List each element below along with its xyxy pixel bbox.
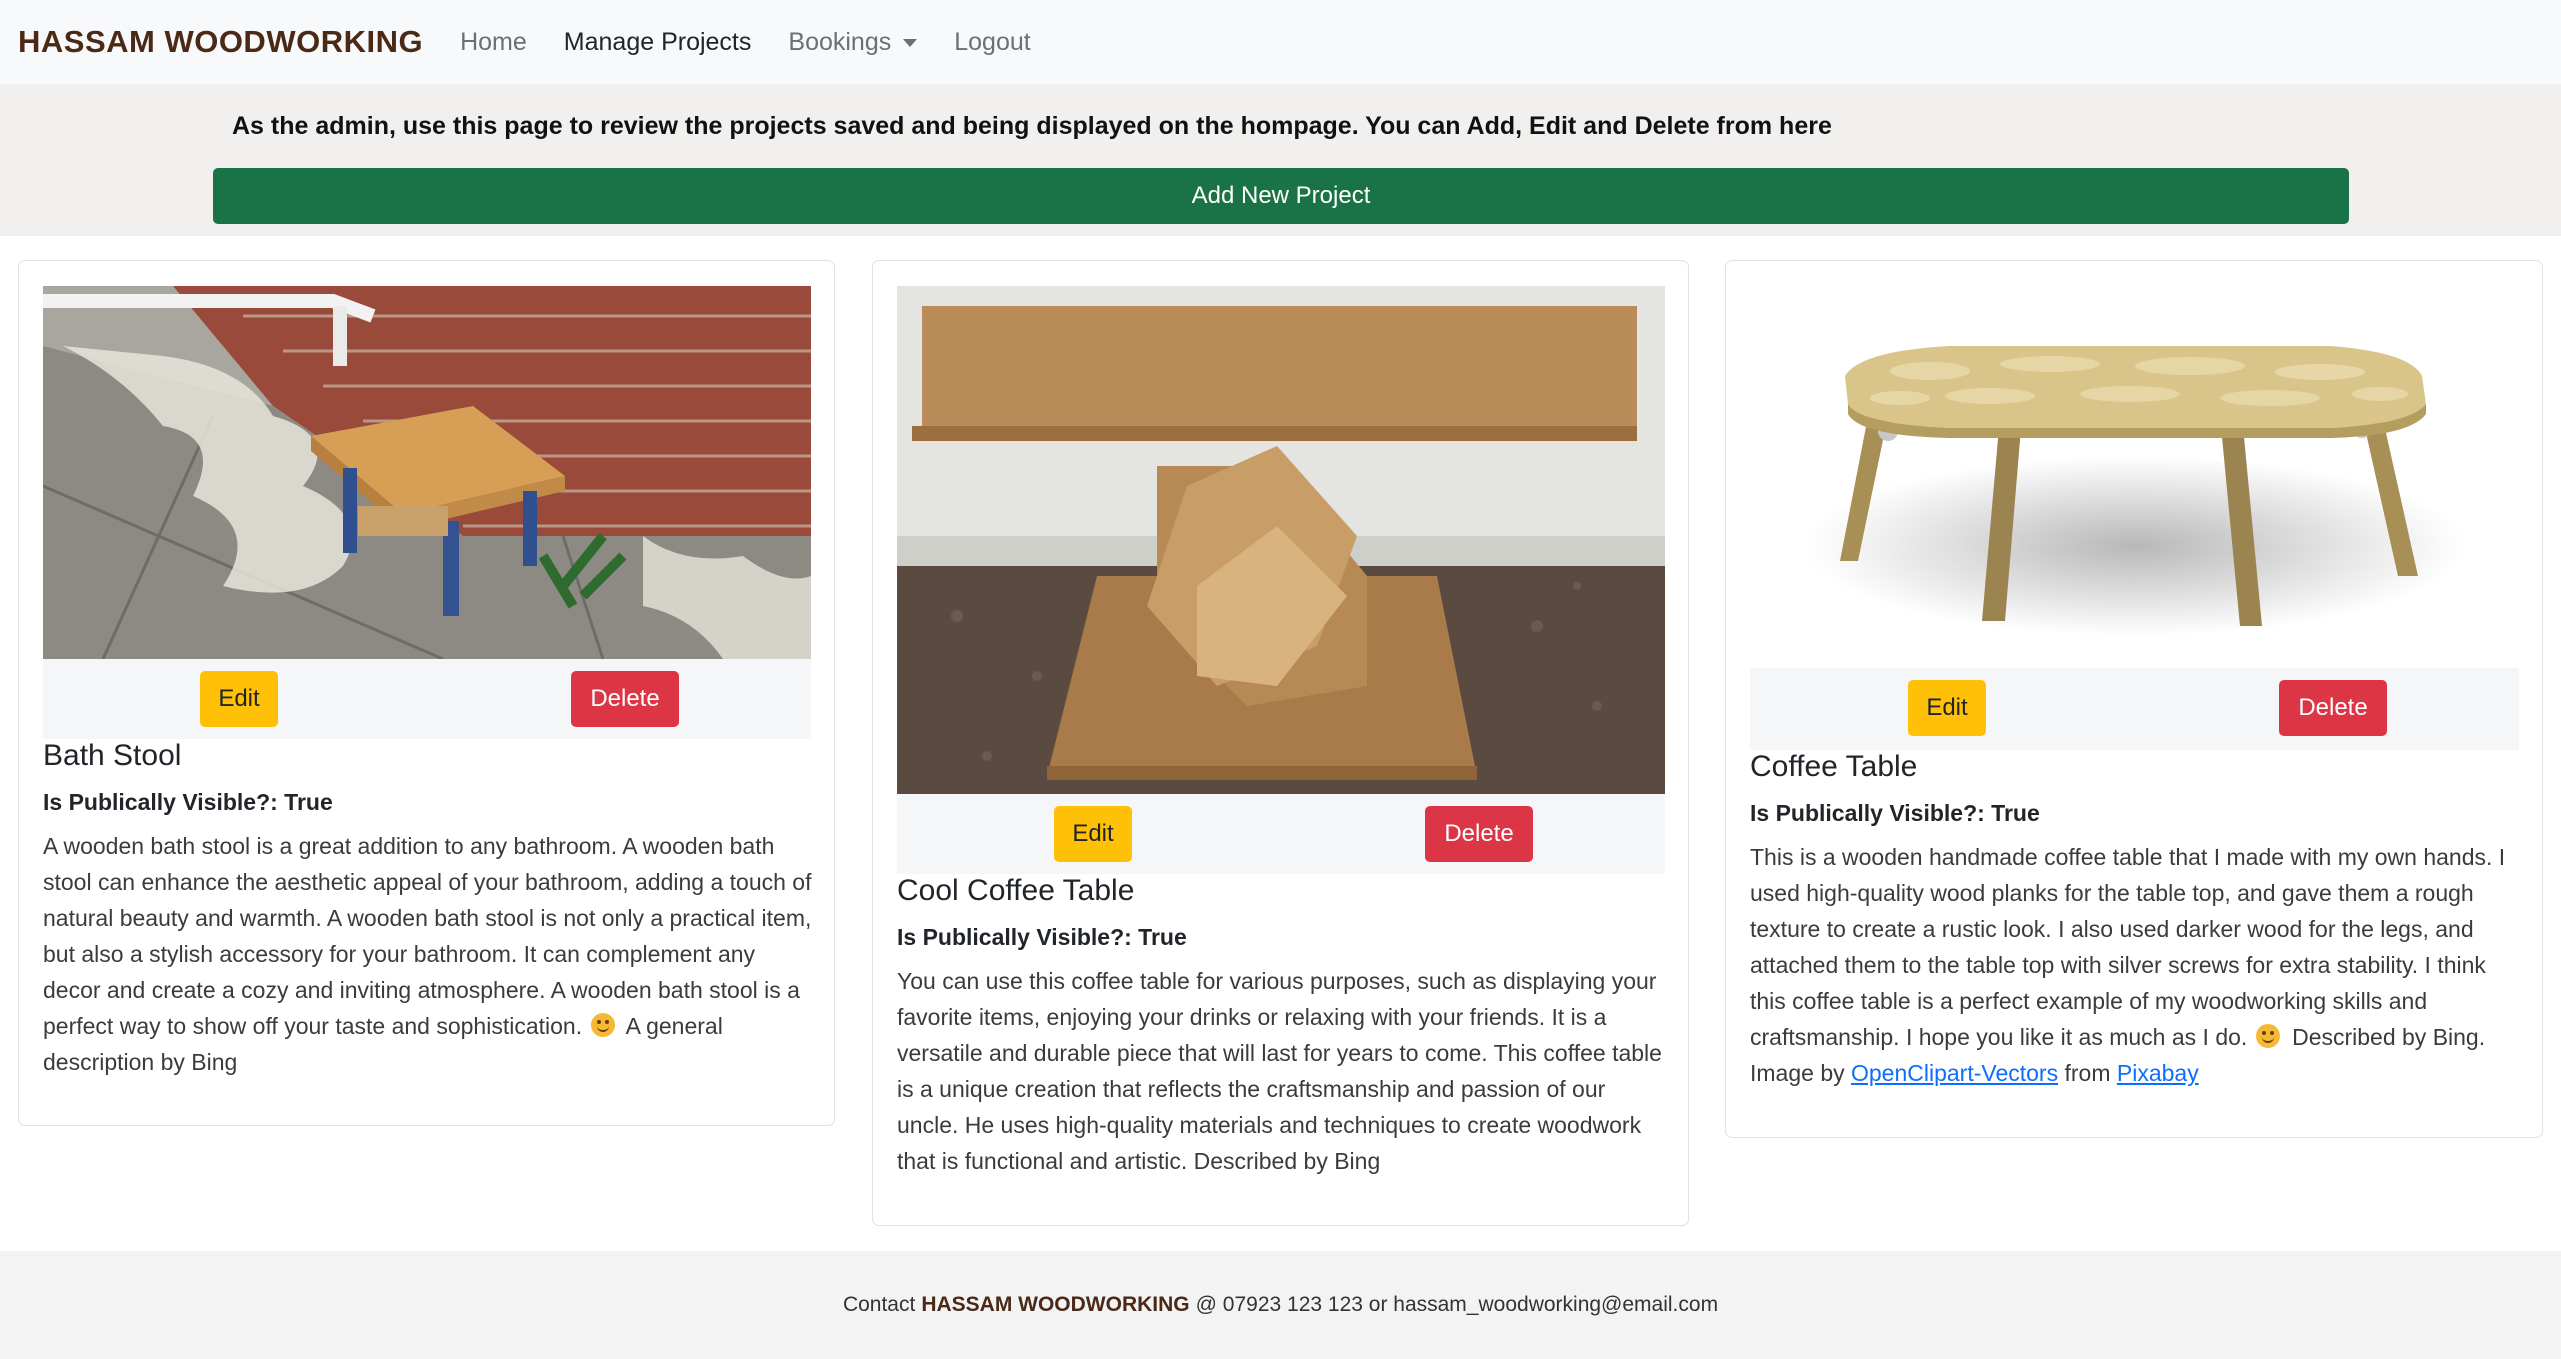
pixabay-link[interactable]: Pixabay (2117, 1060, 2199, 1086)
admin-instructions: As the admin, use this page to review th… (232, 112, 1832, 140)
description-text: A wooden bath stool is a great addition … (43, 833, 812, 1039)
description-text: This is a wooden handmade coffee table t… (1750, 844, 2506, 1050)
nav-logout[interactable]: Logout (954, 28, 1030, 57)
project-actions: Edit Delete (1750, 668, 2519, 750)
project-image-cool-coffee-table (897, 286, 1665, 794)
edit-button[interactable]: Edit (1908, 680, 1986, 736)
navbar: HASSAM WOODWORKING Home Manage Projects … (0, 0, 2561, 84)
project-actions: Edit Delete (43, 659, 811, 739)
project-visibility: Is Publically Visible?: True (897, 924, 1187, 950)
footer-prefix: Contact (842, 1293, 916, 1316)
openclipart-link[interactable]: OpenClipart-Vectors (1851, 1060, 2058, 1086)
project-card-coffee-table: Edit Delete Coffee Table Is Publically V… (1725, 260, 2543, 1138)
project-description: You can use this coffee table for variou… (897, 968, 1662, 1174)
nav-manage-projects[interactable]: Manage Projects (564, 28, 752, 57)
delete-button[interactable]: Delete (571, 671, 679, 727)
project-card-cool-coffee-table: Edit Delete Cool Coffee Table Is Publica… (872, 260, 1689, 1226)
nav-bookings-label: Bookings (788, 27, 892, 56)
edit-button[interactable]: Edit (200, 671, 278, 727)
add-new-project-button[interactable]: Add New Project (213, 168, 2349, 224)
delete-button[interactable]: Delete (2279, 680, 2387, 736)
nav-bookings-dropdown[interactable]: Bookings (788, 27, 918, 57)
cool-coffee-table-photo (897, 286, 1665, 794)
project-title: Cool Coffee Table (897, 874, 1135, 907)
bath-stool-photo (43, 286, 811, 659)
delete-button[interactable]: Delete (1425, 806, 1533, 862)
project-card-bath-stool: Edit Delete Bath Stool Is Publically Vis… (18, 260, 835, 1126)
project-image-bath-stool (43, 286, 811, 659)
project-description: A wooden bath stool is a great addition … (43, 828, 813, 1080)
admin-banner: As the admin, use this page to review th… (0, 84, 2561, 236)
project-image-coffee-table (1750, 286, 2519, 668)
coffee-table-clipart (1750, 286, 2519, 668)
brand-logo[interactable]: HASSAM WOODWORKING (18, 24, 423, 60)
project-title: Bath Stool (43, 739, 182, 772)
project-description: This is a wooden handmade coffee table t… (1750, 839, 2522, 1091)
smiling-face-icon (2255, 1024, 2280, 1048)
footer-brand: HASSAM WOODWORKING (921, 1293, 1190, 1316)
chevron-down-icon (903, 39, 918, 47)
credit-mid: from (2064, 1060, 2111, 1086)
nav-home[interactable]: Home (460, 28, 527, 57)
smiling-face-icon (590, 1013, 615, 1037)
project-title: Coffee Table (1750, 750, 1918, 783)
project-visibility: Is Publically Visible?: True (43, 789, 333, 815)
project-actions: Edit Delete (897, 794, 1665, 874)
footer-contact: @ 07923 123 123 or hassam_woodworking@em… (1195, 1293, 1719, 1316)
edit-button[interactable]: Edit (1054, 806, 1132, 862)
project-visibility: Is Publically Visible?: True (1750, 800, 2040, 826)
footer: Contact HASSAM WOODWORKING @ 07923 123 1… (0, 1251, 2561, 1359)
